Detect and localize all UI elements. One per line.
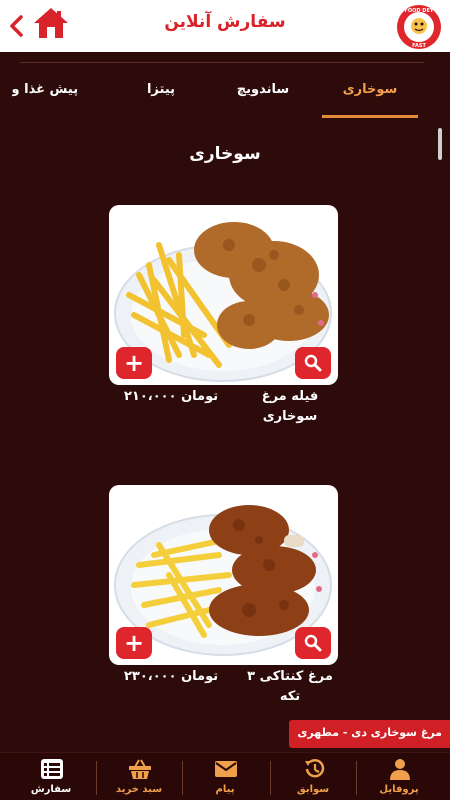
nav-cart[interactable]: سبد خرید (96, 753, 182, 800)
svg-text:FAST: FAST (412, 43, 426, 49)
zoom-button[interactable] (295, 627, 331, 659)
product-name: مرغ کنتاکی ۳ تکه (240, 667, 340, 707)
product-price: ۲۱۰،۰۰۰ تومان (124, 389, 219, 404)
envelope-icon (215, 761, 237, 777)
product-name-line: فیله مرغ (261, 389, 319, 404)
nav-divider (356, 761, 357, 795)
page-title: سفارش آنلاین (164, 12, 286, 32)
nav-divider (270, 761, 271, 795)
brand-logo: FOOD DEY FAST (396, 4, 442, 50)
zoom-button[interactable] (295, 347, 331, 379)
product-name: فیله مرغ سوخاری (240, 387, 340, 427)
bottom-nav: پروفایل سوابق پیام سبد خرید سفارش (0, 752, 450, 800)
plus-icon: + (123, 349, 145, 377)
add-to-cart-button[interactable]: + (116, 627, 152, 659)
search-icon (304, 634, 322, 652)
branch-toast[interactable]: مرغ سوخاری دی - مطهری (289, 720, 450, 748)
nav-label: پروفایل (379, 784, 419, 795)
tab-fried[interactable]: سوخاری (320, 82, 420, 97)
product-name-line: مرغ کنتاکی ۳ (247, 669, 333, 684)
nav-profile[interactable]: پروفایل (356, 753, 442, 800)
section-title: سوخاری (189, 144, 261, 164)
product-name-line: تکه (279, 689, 301, 704)
nav-divider (96, 761, 97, 795)
nav-history[interactable]: سوابق (270, 753, 356, 800)
product-card[interactable]: + (109, 485, 338, 665)
app-header: سفارش آنلاین FOOD DEY FAST (0, 0, 450, 52)
nav-label: سوابق (296, 784, 330, 795)
divider (20, 62, 424, 63)
tab-appetizer[interactable]: پیش غذا و نو (12, 82, 100, 97)
user-icon (390, 759, 410, 780)
nav-label: سبد خرید (115, 784, 163, 795)
nav-messages[interactable]: پیام (182, 753, 268, 800)
active-tab-indicator (322, 115, 418, 118)
tab-pizza[interactable]: پیتزا (111, 82, 211, 97)
svg-text:FOOD DEY: FOOD DEY (405, 8, 434, 14)
list-icon (41, 759, 63, 779)
product-card[interactable]: + (109, 205, 338, 385)
tab-sandwich[interactable]: ساندویچ (213, 82, 313, 97)
nav-label: پیام (215, 784, 235, 795)
category-tabs: سوخاری ساندویچ پیتزا پیش غذا و نو (0, 64, 450, 118)
nav-label: سفارش (30, 784, 72, 795)
plus-icon: + (123, 629, 145, 657)
add-to-cart-button[interactable]: + (116, 347, 152, 379)
product-name-line: سوخاری (262, 409, 318, 424)
basket-icon (129, 759, 151, 779)
history-icon (305, 759, 325, 778)
product-price: ۲۳۰،۰۰۰ تومان (124, 669, 219, 684)
search-icon (304, 354, 322, 372)
nav-divider (182, 761, 183, 795)
nav-order[interactable]: سفارش (8, 753, 94, 800)
